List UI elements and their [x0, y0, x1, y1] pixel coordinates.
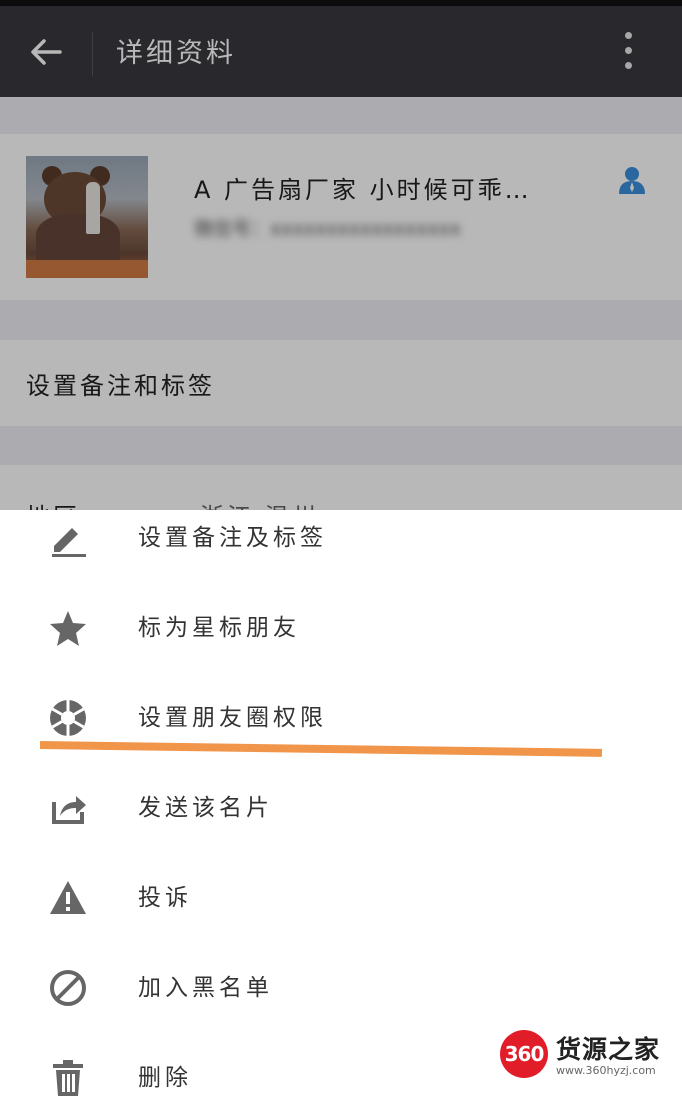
pencil-icon	[52, 528, 86, 557]
menu-item-label: 投诉	[138, 885, 192, 911]
menu-item-label: 删除	[138, 1065, 192, 1091]
watermark-badge: 360	[500, 1030, 548, 1078]
watermark-logo: 360 货源之家 www.360hyzj.com	[500, 1030, 680, 1082]
menu-item-label: 加入黑名单	[138, 975, 273, 1001]
menu-item-label: 设置备注及标签	[138, 525, 327, 551]
menu-item-label: 设置朋友圈权限	[138, 705, 327, 731]
dim-overlay[interactable]	[0, 0, 682, 510]
menu-item-set-remark[interactable]: 设置备注及标签	[0, 510, 682, 584]
profile-page-background: 详细资料 A 广告扇厂家 小时候可乖… 微信号：xxxxxxxxxxxxxxxx…	[0, 0, 682, 510]
menu-item-report[interactable]: 投诉	[0, 854, 682, 944]
aperture-icon	[50, 700, 86, 736]
watermark-url: www.360hyzj.com	[556, 1064, 656, 1077]
block-icon	[50, 970, 86, 1006]
action-sheet: 设置备注及标签 标为星标朋友 设置朋友圈权限 发送该名片 投诉 加入黑名单 删除	[0, 510, 682, 1103]
trash-icon	[53, 1060, 83, 1096]
menu-item-label: 发送该名片	[138, 795, 273, 821]
star-icon	[50, 611, 86, 646]
share-icon	[52, 796, 86, 824]
menu-item-send-card[interactable]: 发送该名片	[0, 764, 682, 854]
watermark-title: 货源之家	[556, 1035, 661, 1064]
menu-item-star-friend[interactable]: 标为星标朋友	[0, 584, 682, 674]
menu-item-blacklist[interactable]: 加入黑名单	[0, 944, 682, 1034]
menu-item-label: 标为星标朋友	[138, 615, 300, 641]
warning-icon	[50, 881, 86, 914]
